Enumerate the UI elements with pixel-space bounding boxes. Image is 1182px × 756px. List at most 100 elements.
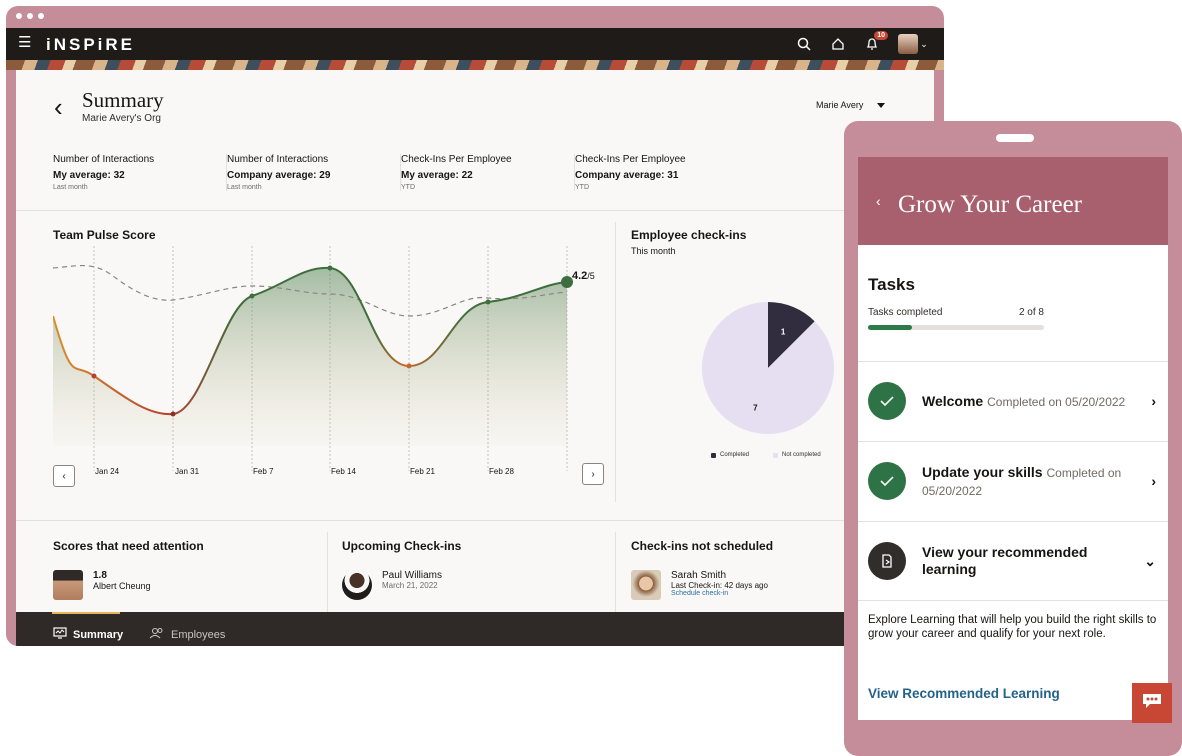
avatar (898, 34, 919, 54)
summary-page: ‹ Summary Marie Avery's Org Marie Avery … (16, 70, 934, 646)
divider (16, 520, 934, 521)
app-header: ☰ iNSPiRE 10 ⌄ (6, 28, 944, 60)
task-text: Update your skills Completed on 05/20/20… (922, 464, 1142, 500)
upcoming-date: March 21, 2022 (382, 581, 438, 590)
chart-next-button[interactable]: › (582, 463, 604, 485)
upcoming-card[interactable]: Paul Williams March 21, 2022 (342, 570, 442, 600)
chat-icon (1141, 692, 1163, 715)
tasks-progress-bar (868, 325, 1044, 330)
legend-swatch (773, 452, 778, 458)
task-update-skills[interactable]: Update your skills Completed on 05/20/20… (858, 441, 1168, 521)
chevron-down-icon: ⌄ (1144, 553, 1156, 569)
chevron-right-icon: › (1151, 473, 1156, 489)
stat-card: Number of Interactions My average: 32 La… (53, 154, 227, 191)
x-tick: Jan 24 (95, 467, 120, 476)
stat-period: Last month (227, 184, 262, 191)
employee-checkins-subtitle: This month (631, 246, 676, 256)
stat-period: Last month (53, 184, 88, 191)
attention-card[interactable]: 1.8 Albert Cheung (53, 570, 151, 600)
check-icon (868, 382, 906, 420)
x-tick: Feb 21 (410, 467, 435, 476)
people-icon (149, 627, 165, 642)
bottom-nav: Summary Employees (16, 612, 934, 646)
legend-completed: Completed (711, 452, 749, 458)
chart-prev-button[interactable]: ‹ (53, 465, 75, 487)
stat-value: My average: 32 (53, 170, 125, 181)
chevron-left-icon: ‹ (62, 470, 66, 482)
search-icon[interactable] (794, 34, 814, 54)
attention-score: 1.8 (93, 570, 107, 581)
explore-text: Explore Learning that will help you buil… (868, 614, 1157, 640)
pie-slice-not-completed (702, 302, 834, 434)
tab-summary[interactable]: Summary (53, 627, 123, 642)
task-status: Completed on 05/20/2022 (987, 395, 1126, 409)
team-pulse-title: Team Pulse Score (53, 228, 156, 242)
upcoming-name: Paul Williams (382, 570, 443, 581)
stat-card: Number of Interactions Company average: … (227, 154, 401, 191)
user-menu[interactable]: ⌄ (896, 34, 930, 54)
attention-name: Albert Cheung (93, 581, 151, 591)
mobile-footer (858, 720, 1168, 756)
avatar (342, 570, 372, 600)
schedule-checkin-link[interactable]: Schedule check-in (671, 590, 768, 597)
back-button[interactable]: ‹ (54, 92, 63, 123)
decorative-banner (6, 60, 944, 70)
task-recommended-learning[interactable]: View your recommended learning ⌄ (858, 521, 1168, 601)
user-select[interactable]: Marie Avery (816, 100, 886, 110)
stat-value: Company average: 29 (227, 170, 331, 181)
stat-value: Company average: 31 (575, 170, 679, 181)
task-welcome[interactable]: Welcome Completed on 05/20/2022 › (858, 361, 1168, 441)
stat-period: YTD (401, 184, 415, 191)
avatar (53, 570, 83, 600)
attention-title: Scores that need attention (53, 539, 204, 553)
divider (615, 222, 616, 502)
home-icon[interactable] (828, 34, 848, 54)
chat-button[interactable] (1132, 683, 1172, 723)
stats-row: Number of Interactions My average: 32 La… (53, 154, 749, 191)
x-tick: Jan 31 (175, 467, 200, 476)
task-title: Update your skills (922, 464, 1043, 480)
pie-data-label: 7 (753, 404, 758, 413)
phone-speaker (996, 134, 1034, 142)
pie-data-label: 1 (781, 327, 786, 336)
stat-card: Check-Ins Per Employee My average: 22 YT… (401, 154, 575, 191)
view-recommended-learning-link[interactable]: View Recommended Learning (868, 686, 1060, 701)
page-subtitle: Marie Avery's Org (82, 113, 161, 124)
checkins-pie-chart: 17 (702, 302, 834, 434)
chevron-right-icon: › (591, 468, 595, 480)
tab-employees[interactable]: Employees (149, 627, 225, 642)
page-title: Summary (82, 88, 164, 112)
legend-swatch (711, 452, 716, 458)
x-tick: Feb 28 (489, 467, 514, 476)
brand-logo[interactable]: iNSPiRE (46, 35, 135, 55)
notification-badge: 10 (874, 31, 888, 40)
tasks-heading: Tasks (868, 275, 915, 294)
divider (615, 532, 616, 612)
not-scheduled-card[interactable]: Sarah Smith Last Check-in: 42 days ago S… (631, 570, 768, 600)
pulse-score: 4.2/5 (572, 270, 595, 282)
menu-icon[interactable]: ☰ (18, 35, 32, 50)
pulse-score-denominator: /5 (587, 271, 595, 281)
caret-down-icon (877, 102, 886, 108)
task-title: Welcome (922, 393, 984, 409)
not-scheduled-title: Check-ins not scheduled (631, 539, 774, 553)
stat-label: Number of Interactions (53, 154, 155, 165)
active-tab-indicator (52, 612, 120, 614)
upcoming-title: Upcoming Check-ins (342, 539, 462, 553)
bell-icon[interactable]: 10 (862, 31, 888, 54)
user-select-value: Marie Avery (816, 100, 864, 110)
tasks-completed-value: 2 of 8 (1018, 307, 1044, 318)
x-tick: Feb 14 (331, 467, 356, 476)
document-icon (868, 542, 906, 580)
stat-value: My average: 22 (401, 170, 473, 181)
divider (16, 210, 934, 211)
tasks-progress-row: Tasks completed 2 of 8 (868, 307, 1044, 318)
tab-summary-label: Summary (73, 628, 124, 641)
legend-label: Completed (720, 452, 750, 458)
mobile-device: ‹ Grow Your Career Tasks Tasks completed… (844, 121, 1182, 756)
back-button[interactable]: ‹ (876, 193, 881, 209)
avatar (631, 570, 661, 600)
legend-label: Not completed (782, 452, 821, 458)
tasks-completed-label: Tasks completed (868, 307, 943, 318)
window-controls (16, 13, 44, 19)
